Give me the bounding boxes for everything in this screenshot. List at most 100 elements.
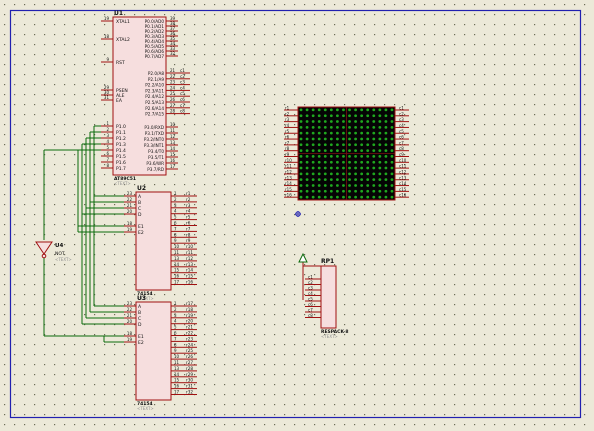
u2-right-pin-number: 16	[174, 274, 180, 279]
u2-left-pin-number: 19	[127, 227, 133, 232]
matrix-led	[348, 108, 351, 112]
matrix-led	[378, 155, 382, 158]
u1-right-pin-name: P2.6/A14	[145, 106, 164, 111]
matrix-led	[299, 108, 303, 112]
u3-left-pin-name: C	[138, 316, 141, 322]
u1-right-pin-name: P3.6/WR	[146, 161, 164, 166]
matrix-col-label: c10	[399, 158, 407, 163]
matrix-led	[299, 114, 303, 118]
u1-net-label: c3	[180, 80, 185, 85]
matrix-led	[354, 108, 357, 112]
matrix-led	[305, 108, 309, 112]
matrix-col-label: c3	[399, 117, 404, 122]
u3-left-pin-number: 23	[127, 301, 133, 306]
matrix-led	[311, 155, 315, 158]
matrix-led	[378, 189, 382, 193]
matrix-led	[323, 143, 327, 147]
u2-body[interactable]	[135, 191, 172, 291]
matrix-led	[372, 172, 376, 176]
u2-left-pin-number: 20	[127, 209, 133, 214]
u1-right-pin-number: 17	[170, 164, 176, 169]
matrix-led	[384, 131, 388, 135]
matrix-led	[336, 189, 339, 193]
u2-net-label: r2	[186, 197, 191, 202]
u3-left-pin-name: E2	[138, 340, 144, 346]
matrix-led	[360, 149, 364, 152]
matrix-led	[366, 114, 370, 118]
matrix-led	[311, 120, 315, 123]
matrix-row-label: r5	[285, 129, 290, 134]
u3-body[interactable]	[135, 301, 172, 401]
matrix-led	[384, 149, 388, 152]
rp1-body[interactable]	[320, 265, 337, 329]
matrix-led	[317, 195, 321, 199]
matrix-row-label: r8	[285, 146, 290, 151]
u3-ref-label: U3	[137, 295, 146, 302]
matrix-led	[317, 137, 321, 141]
matrix-led	[372, 137, 376, 141]
u1-right-pin-name: P2.7/A15	[145, 112, 164, 117]
matrix-led	[329, 189, 333, 193]
matrix-row-label: r15	[285, 187, 292, 192]
u2-net-label: r11	[186, 250, 193, 255]
u1-right-pin-number: 12	[170, 134, 176, 139]
matrix-led	[384, 195, 388, 199]
matrix-led	[336, 172, 339, 176]
u1-right-pin-number: 22	[170, 74, 176, 79]
rp1-pin-label: c4	[308, 291, 313, 296]
matrix-led	[305, 189, 309, 193]
u1-net-label: c2	[180, 74, 185, 79]
u2-left-pin-name: D	[138, 212, 142, 218]
matrix-led	[329, 184, 333, 187]
matrix-led	[348, 155, 351, 158]
u3-net-label: r20	[186, 319, 193, 324]
schematic-canvas[interactable]: U1XTAL119XTAL218RST9PSEN29ALE30EA31P1.01…	[0, 0, 594, 431]
matrix-led	[384, 125, 388, 129]
matrix-led	[329, 131, 333, 135]
u1-left-pin-name: P1.0	[116, 124, 126, 130]
u2-left-pin-name: E1	[138, 224, 144, 230]
u3-net-label: r32	[186, 390, 193, 395]
matrix-led	[378, 120, 382, 123]
matrix-led	[323, 166, 327, 170]
matrix-led	[323, 178, 327, 182]
matrix-led	[305, 160, 309, 164]
matrix-led	[311, 184, 315, 187]
matrix-led	[329, 120, 333, 123]
matrix-led	[372, 184, 376, 187]
matrix-led	[336, 131, 339, 135]
u1-right-pin-name: P3.5/T1	[148, 155, 164, 160]
matrix-led	[372, 120, 376, 123]
u3-right-pin-number: 14	[174, 372, 180, 377]
matrix-led	[305, 178, 309, 182]
matrix-led	[366, 155, 370, 158]
matrix-led	[354, 172, 357, 176]
u2-left-pin-name: E2	[138, 230, 144, 236]
matrix-led	[366, 166, 370, 170]
matrix-led	[305, 195, 309, 199]
matrix-led	[317, 114, 321, 118]
matrix-led	[378, 178, 382, 182]
u1-right-pin-number: 26	[170, 97, 176, 102]
u2-right-pin-number: 17	[174, 280, 180, 285]
matrix-led	[299, 184, 303, 187]
matrix-led	[390, 143, 394, 147]
u2-left-pin-name: C	[138, 206, 141, 212]
u3-text-placeholder: <TEXT>	[137, 406, 154, 411]
u3-left-pin-number: 21	[127, 313, 133, 318]
u2-net-label: r15	[186, 274, 193, 279]
matrix-led	[390, 108, 394, 112]
matrix-col-label: c2	[399, 111, 404, 116]
matrix-led	[348, 125, 351, 129]
matrix-led	[311, 166, 315, 170]
matrix-led	[354, 160, 357, 164]
u3-left-pin-number: 19	[127, 337, 133, 342]
matrix-led	[366, 120, 370, 123]
led-matrix[interactable]: r1r2r3r4r5r6r7r8r9r10r11r12r13r14r15r16 c…	[284, 106, 409, 201]
matrix-led	[384, 137, 388, 141]
u1-left-pin-number: 31	[104, 95, 110, 100]
matrix-led	[329, 143, 333, 147]
u1-right-pin-number: 23	[170, 80, 176, 85]
rp1-pin-label: c2	[308, 280, 313, 285]
matrix-led	[390, 178, 394, 182]
